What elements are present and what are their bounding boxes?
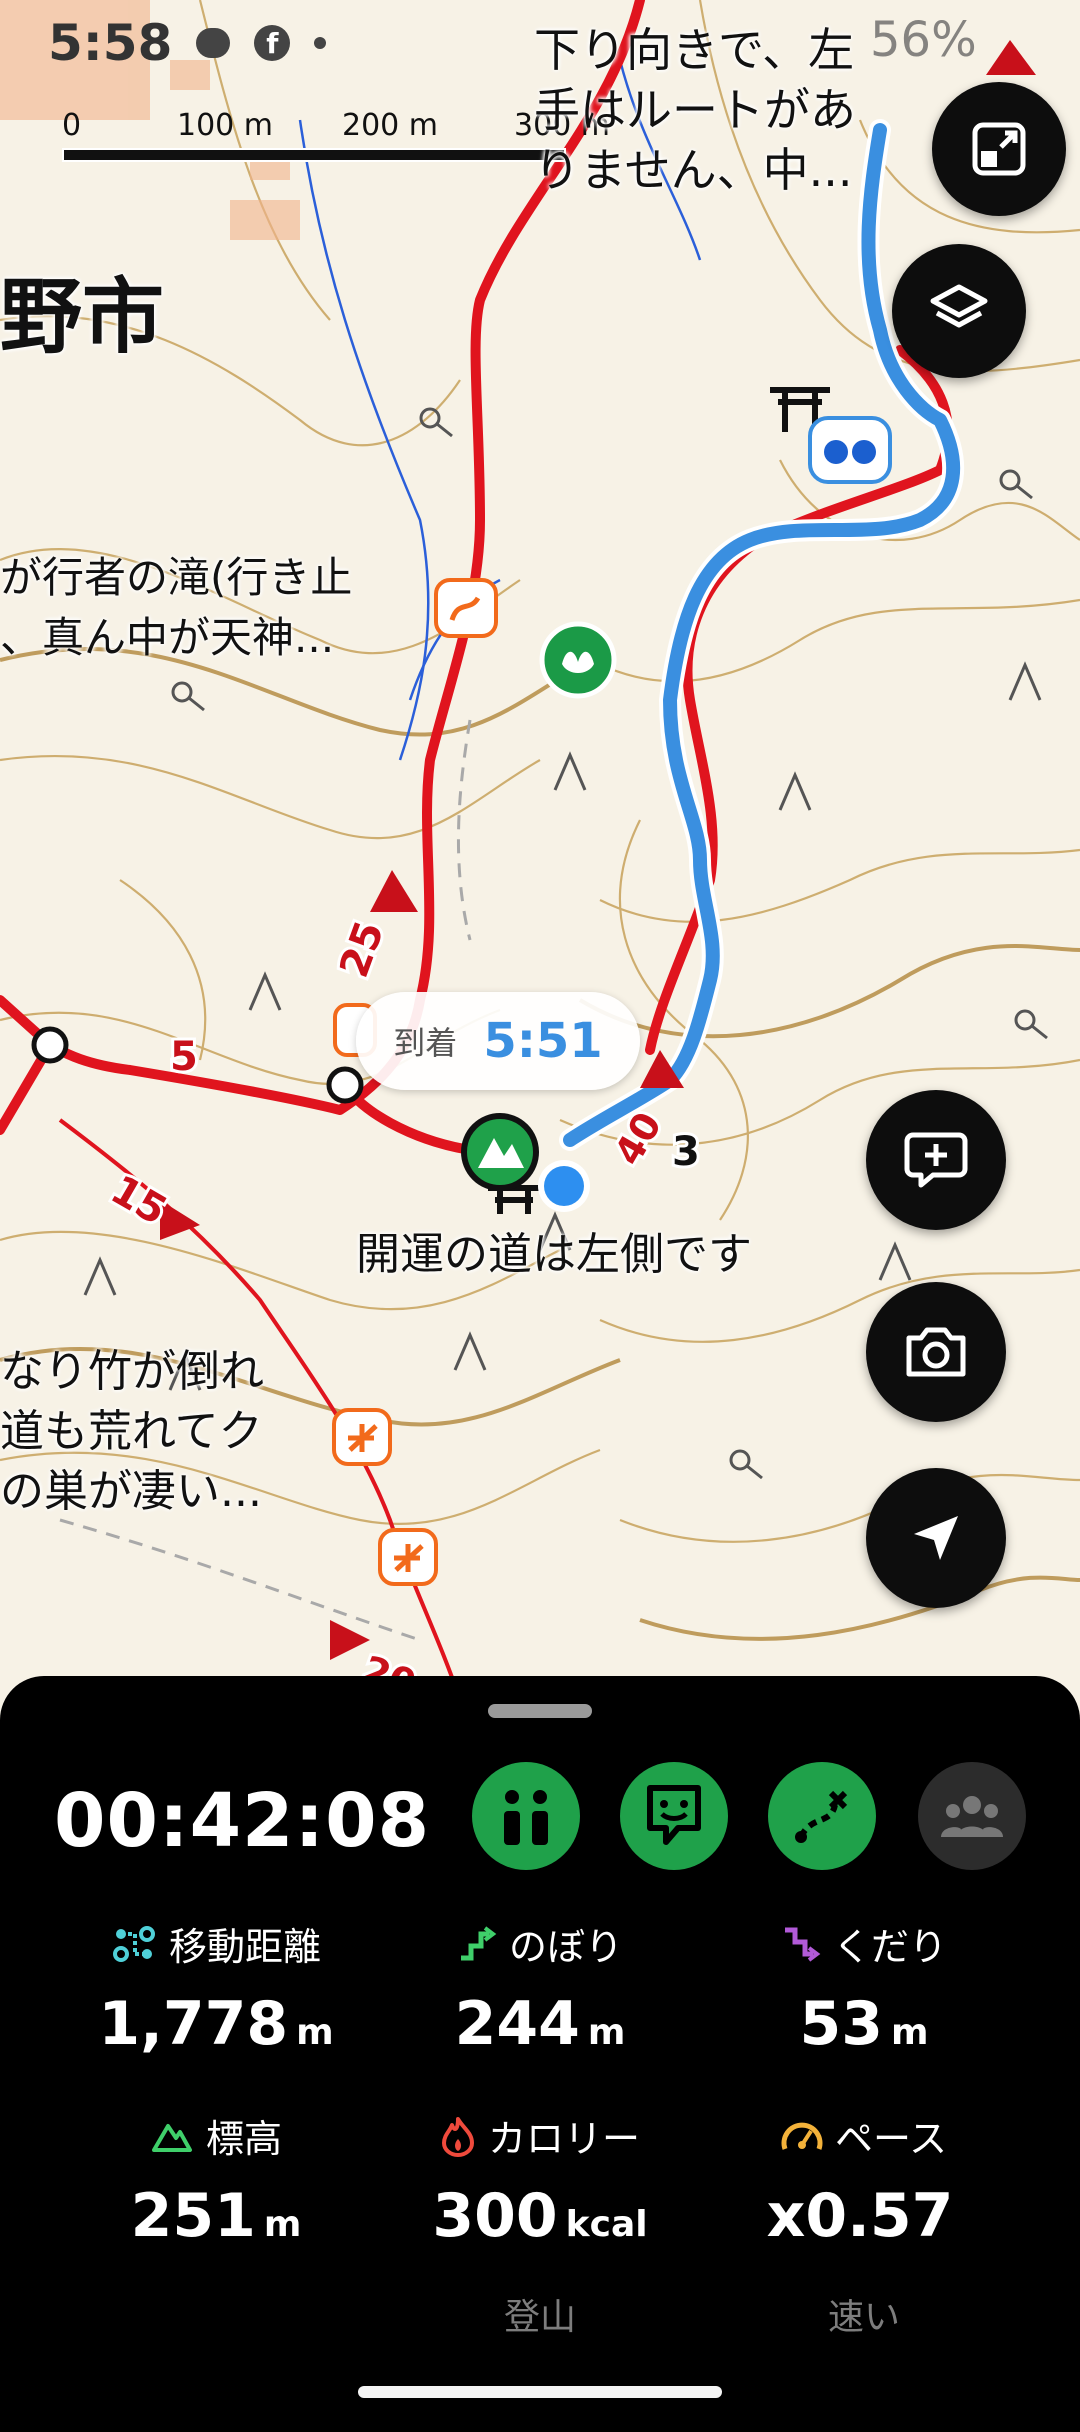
- note-line: 、真ん中が天神...: [0, 613, 335, 662]
- checkpoint-note[interactable]: 開運の道は左側です: [356, 1218, 752, 1282]
- layers-button[interactable]: [892, 244, 1026, 378]
- stat-ascent: のぼり 244 m: [370, 1916, 710, 2059]
- ascent-icon: [460, 1925, 497, 1960]
- stat-ascent-value: 244: [454, 1989, 580, 2059]
- stat-descent: くだり 53 m: [694, 1916, 1034, 2059]
- map-note-left-middle[interactable]: が行者の滝(行き止 、真ん中が天神...: [0, 548, 352, 668]
- current-location-button[interactable]: [866, 1468, 1006, 1608]
- stat-calories-value: 300: [432, 2181, 558, 2251]
- stat-elevation-label: 標高: [205, 2117, 282, 2161]
- stat-elevation-label-row: 標高: [46, 2108, 386, 2163]
- fullscreen-icon: [972, 122, 1026, 176]
- activity-panel: 00:42:08 移動距離 1,778 m のぼり 244 m くだり 53 m…: [0, 1676, 1080, 2432]
- map-note-left-bottom[interactable]: なり竹が倒れ 道も荒れてク の巣が凄い...: [0, 1342, 264, 1522]
- stat-descent-value-row: 53 m: [694, 1989, 1034, 2059]
- activity-type-label: 登山: [503, 2297, 576, 2338]
- status-time: 5:58: [48, 14, 173, 72]
- stat-descent-value: 53: [799, 1989, 883, 2059]
- stat-pace-value-row: x0.57: [694, 2181, 1034, 2251]
- stat-pace-label-row: ペース: [694, 2108, 1034, 2163]
- panel-drag-handle[interactable]: [488, 1704, 592, 1718]
- notification-dot-icon: [314, 37, 327, 49]
- trail-number-5: 5: [170, 1034, 198, 1080]
- home-indicator[interactable]: [358, 2386, 722, 2398]
- stat-distance: 移動距離 1,778 m: [46, 1916, 386, 2059]
- stat-pace-value: x0.57: [766, 2181, 954, 2251]
- group-button[interactable]: [918, 1762, 1026, 1870]
- stat-calories: カロリー 300 kcal: [370, 2108, 710, 2251]
- trail-walk-icon: [504, 1790, 548, 1845]
- stat-ascent-value-row: 244 m: [370, 1989, 710, 2059]
- memo-face-icon: [647, 1785, 701, 1845]
- scale-label-200: 200 m: [342, 108, 439, 143]
- arrival-label: 到着: [393, 1024, 458, 1062]
- layers-icon: [930, 284, 988, 328]
- fullscreen-button[interactable]: [932, 82, 1066, 216]
- stat-elevation-value: 251: [130, 2181, 256, 2251]
- add-memo-icon: [904, 1132, 968, 1188]
- descent-icon: [784, 1927, 821, 1962]
- flame-icon: [441, 2116, 474, 2157]
- city-label: 野市: [0, 270, 165, 365]
- map-note-top-right[interactable]: 下り向きで、左 手はルートがあ りません、中...: [534, 20, 856, 200]
- route-button[interactable]: [768, 1762, 876, 1870]
- map-view[interactable]: 25 5 15 40 20 3 5:58 f 56% 0 100 m 200 m…: [0, 0, 1080, 1700]
- note-line: の巣が凄い...: [0, 1466, 262, 1517]
- message-icon: [196, 28, 231, 58]
- battery-level: 56%: [870, 12, 977, 68]
- group-icon: [941, 1796, 1003, 1837]
- scale-label-100: 100 m: [177, 108, 274, 143]
- scale-label-0: 0: [62, 108, 82, 143]
- stat-elevation: 標高 251 m: [46, 2108, 386, 2251]
- trail-number-25: 25: [331, 915, 393, 983]
- note-line: りません、中...: [534, 143, 853, 197]
- arrival-bubble[interactable]: 到着 5:51: [356, 992, 640, 1090]
- stat-distance-label-row: 移動距離: [46, 1916, 386, 1971]
- stat-calories-label: カロリー: [487, 2117, 640, 2161]
- stat-distance-unit: m: [296, 2012, 334, 2053]
- stat-ascent-label-row: のぼり: [370, 1916, 710, 1971]
- stat-calories-value-row: 300 kcal: [370, 2181, 710, 2251]
- route-icon: [795, 1790, 848, 1843]
- stat-ascent-unit: m: [587, 2012, 626, 2053]
- note-line: 下り向きで、左: [534, 23, 855, 77]
- stat-pace-label: ペース: [834, 2117, 948, 2161]
- stat-ascent-label: のぼり: [508, 1925, 623, 1969]
- arrival-time: 5:51: [483, 1013, 603, 1069]
- stat-calories-label-row: カロリー: [370, 2108, 710, 2163]
- note-line: 道も荒れてク: [0, 1406, 263, 1457]
- pace-description: 速い: [827, 2297, 900, 2338]
- navigation-arrow-icon: [914, 1516, 958, 1560]
- add-memo-button[interactable]: [866, 1090, 1006, 1230]
- stat-elevation-value-row: 251 m: [46, 2181, 386, 2251]
- note-line: なり竹が倒れ: [0, 1346, 264, 1397]
- distance-icon: [112, 1925, 155, 1962]
- memo-face-button[interactable]: [620, 1762, 728, 1870]
- note-line: 手はルートがあ: [534, 83, 856, 137]
- trail-walk-button[interactable]: [472, 1762, 580, 1870]
- facebook-icon: f: [254, 25, 291, 61]
- camera-button[interactable]: [866, 1282, 1006, 1422]
- stat-descent-unit: m: [890, 2012, 929, 2053]
- stat-pace: ペース x0.57: [694, 2108, 1034, 2251]
- status-bar: 5:58 f: [48, 8, 327, 78]
- scale-bar: [62, 148, 566, 162]
- stat-distance-label: 移動距離: [168, 1925, 321, 1969]
- stat-elevation-unit: m: [263, 2204, 302, 2245]
- speedometer-icon: [781, 2122, 823, 2150]
- stat-calories-unit: kcal: [565, 2204, 648, 2245]
- elapsed-time: 00:42:08: [54, 1778, 431, 1864]
- stat-descent-label: くだり: [832, 1925, 947, 1969]
- stat-distance-value: 1,778: [98, 1989, 289, 2059]
- mountain-icon: [151, 2123, 192, 2152]
- note-line: が行者の滝(行き止: [0, 553, 353, 602]
- stat-descent-label-row: くだり: [694, 1916, 1034, 1971]
- trail-number-3: 3: [672, 1129, 700, 1175]
- stat-distance-value-row: 1,778 m: [46, 1989, 386, 2059]
- camera-icon: [906, 1327, 966, 1377]
